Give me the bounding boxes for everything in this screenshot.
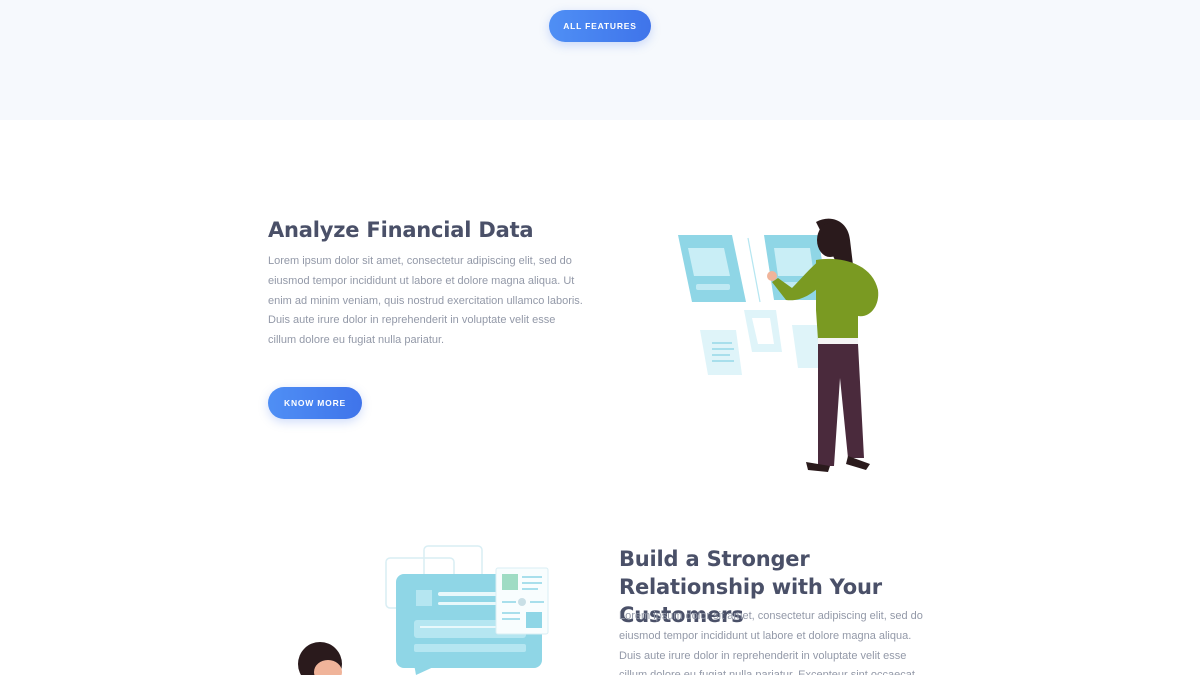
chat-customer-illustration — [298, 545, 549, 675]
all-features-button[interactable]: ALL FEATURES — [549, 10, 651, 42]
profile-card — [495, 567, 549, 635]
feature-title-analyze: Analyze Financial Data — [268, 218, 534, 242]
person-head — [298, 642, 342, 675]
woman-touchscreen-illustration — [678, 218, 879, 472]
screen-panel-left — [678, 235, 746, 302]
feature-body-relationship: Lorem ipsum dolor sit amet, consectetur … — [619, 610, 923, 675]
feature-body-analyze: Lorem ipsum dolor sit amet, consectetur … — [268, 255, 583, 347]
know-more-button[interactable]: KNOW MORE — [268, 387, 362, 419]
small-card-panels — [700, 310, 826, 375]
